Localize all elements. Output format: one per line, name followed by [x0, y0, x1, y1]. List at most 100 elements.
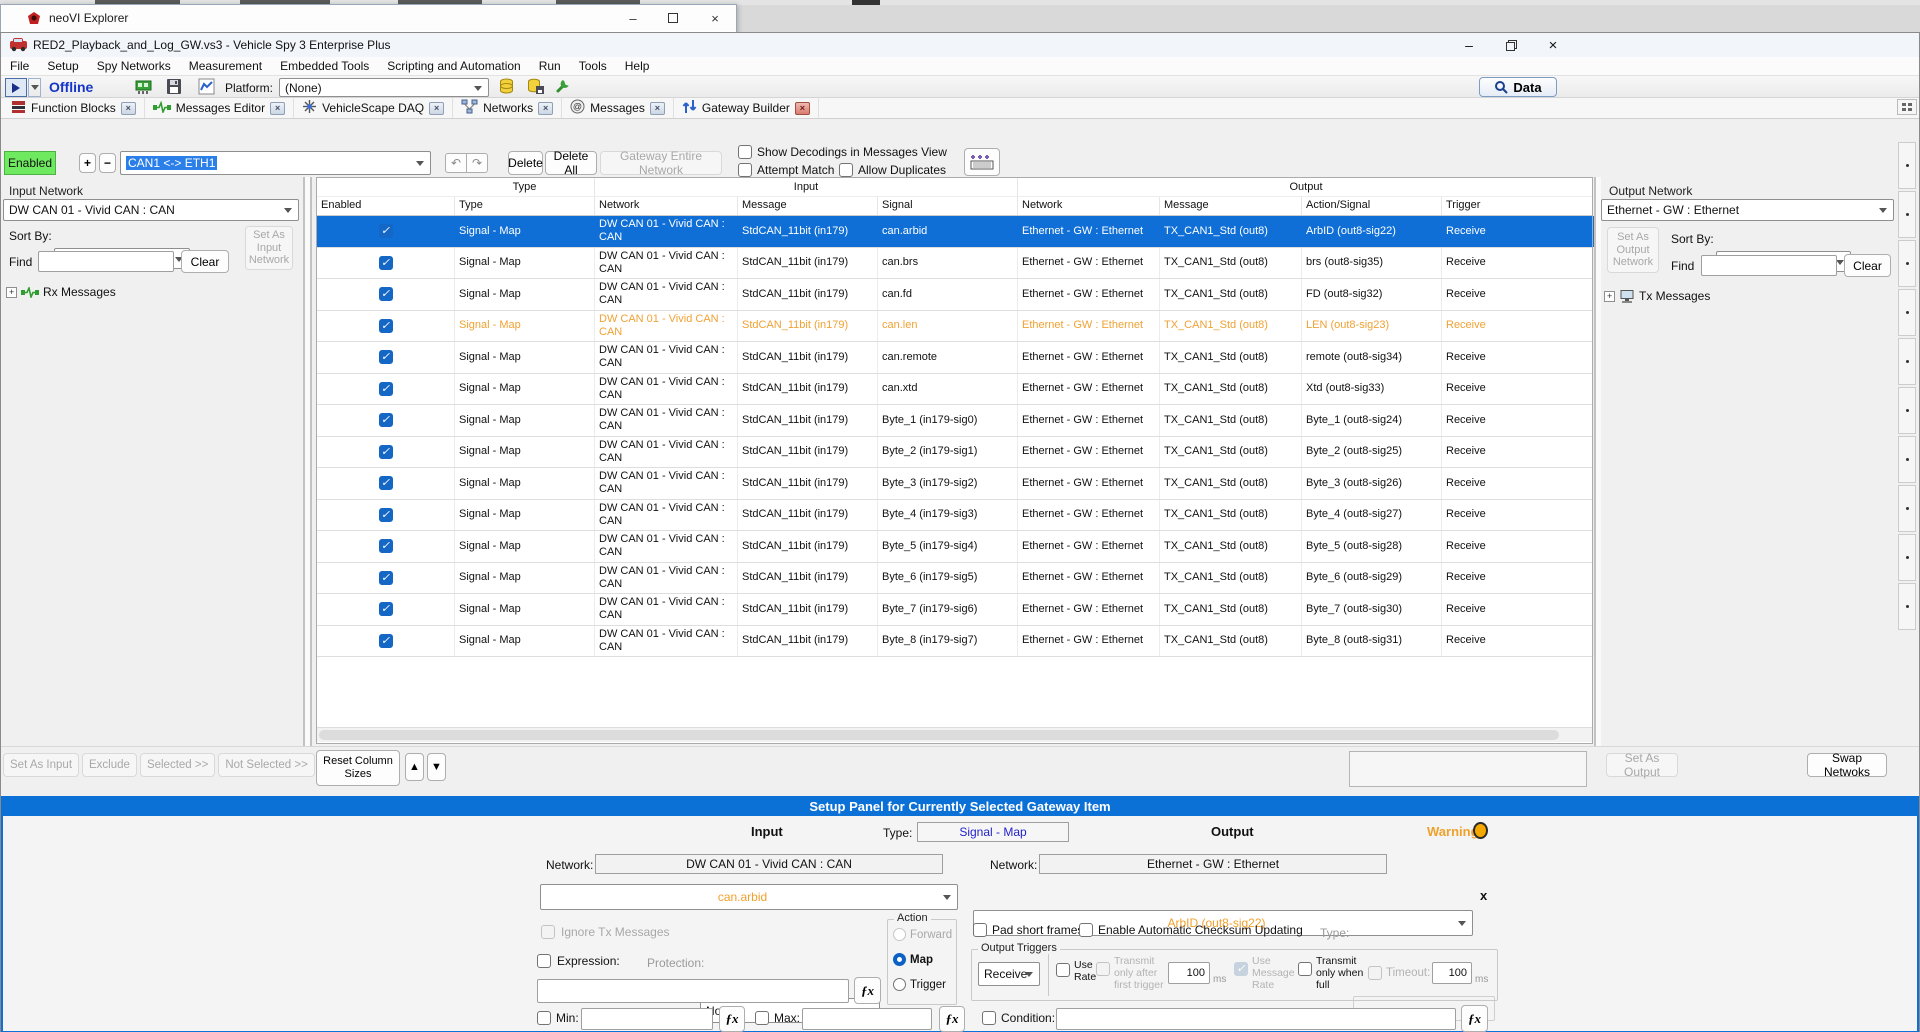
cell-enabled[interactable]: ✓: [317, 248, 455, 279]
cell-output-message[interactable]: TX_CAN1_Std (out8): [1160, 342, 1302, 373]
vspy-minimize-button[interactable]: –: [1449, 33, 1489, 57]
table-row[interactable]: ✓Signal - MapDW CAN 01 - Vivid CAN : CAN…: [317, 405, 1592, 437]
cell-output-message[interactable]: TX_CAN1_Std (out8): [1160, 279, 1302, 310]
table-row[interactable]: ✓Signal - MapDW CAN 01 - Vivid CAN : CAN…: [317, 216, 1592, 248]
cell-type[interactable]: Signal - Map: [455, 405, 595, 436]
expand-icon[interactable]: +: [6, 287, 17, 298]
rx-messages-tree-item[interactable]: + Rx Messages: [6, 285, 116, 299]
cell-output-network[interactable]: Ethernet - GW : Ethernet: [1018, 531, 1160, 562]
cell-type[interactable]: Signal - Map: [455, 531, 595, 562]
cell-action-signal[interactable]: Byte_7 (out8-sig30): [1302, 594, 1442, 625]
cell-output-message[interactable]: TX_CAN1_Std (out8): [1160, 216, 1302, 247]
tab-vehiclescape-daq[interactable]: VehicleScape DAQ×: [294, 98, 453, 118]
cell-output-network[interactable]: Ethernet - GW : Ethernet: [1018, 405, 1160, 436]
output-signal-remove-button[interactable]: x: [1480, 888, 1487, 903]
cell-input-message[interactable]: StdCAN_11bit (in179): [738, 311, 878, 342]
cell-trigger[interactable]: Receive: [1442, 342, 1594, 373]
cell-signal[interactable]: can.remote: [878, 342, 1018, 373]
start-options-dropdown[interactable]: [28, 78, 41, 97]
column-header-signal[interactable]: Signal: [878, 197, 1018, 215]
cell-type[interactable]: Signal - Map: [455, 374, 595, 405]
cell-type[interactable]: Signal - Map: [455, 468, 595, 499]
cell-input-network[interactable]: DW CAN 01 - Vivid CAN : CAN: [595, 374, 738, 405]
row-enabled-checkbox[interactable]: ✓: [379, 256, 393, 270]
table-row[interactable]: ✓Signal - MapDW CAN 01 - Vivid CAN : CAN…: [317, 531, 1592, 563]
timeout-input[interactable]: 100: [1432, 962, 1472, 984]
neovi-maximize-button[interactable]: [659, 7, 687, 29]
reset-column-sizes-button[interactable]: Reset Column Sizes: [316, 750, 400, 786]
trigger-mode-select[interactable]: Receive: [978, 962, 1040, 986]
tab-close-icon[interactable]: ×: [429, 102, 444, 115]
expand-icon[interactable]: +: [1604, 291, 1615, 302]
menu-help[interactable]: Help: [616, 57, 659, 75]
cell-input-network[interactable]: DW CAN 01 - Vivid CAN : CAN: [595, 531, 738, 562]
max-input[interactable]: [802, 1008, 932, 1030]
database-button[interactable]: [499, 78, 521, 97]
cell-enabled[interactable]: ✓: [317, 500, 455, 531]
cell-output-message[interactable]: TX_CAN1_Std (out8): [1160, 594, 1302, 625]
table-row[interactable]: ✓Signal - MapDW CAN 01 - Vivid CAN : CAN…: [317, 500, 1592, 532]
not-selected-button[interactable]: Not Selected >>: [218, 753, 314, 777]
add-mapping-button[interactable]: +: [79, 153, 96, 173]
cell-input-network[interactable]: DW CAN 01 - Vivid CAN : CAN: [595, 279, 738, 310]
vspy-close-button[interactable]: ×: [1533, 33, 1573, 57]
max-checkbox[interactable]: Max:: [755, 1011, 800, 1025]
tools-button[interactable]: [555, 78, 577, 97]
cell-action-signal[interactable]: Byte_4 (out8-sig27): [1302, 500, 1442, 531]
condition-fx-button[interactable]: ƒx: [1461, 1005, 1488, 1032]
delete-all-button[interactable]: Delete All: [545, 151, 597, 175]
expression-checkbox[interactable]: Expression:: [537, 954, 620, 968]
cell-signal[interactable]: Byte_6 (in179-sig5): [878, 563, 1018, 594]
expression-input[interactable]: [537, 979, 849, 1003]
cell-action-signal[interactable]: Byte_5 (out8-sig28): [1302, 531, 1442, 562]
cell-output-message[interactable]: TX_CAN1_Std (out8): [1160, 563, 1302, 594]
cell-output-message[interactable]: TX_CAN1_Std (out8): [1160, 311, 1302, 342]
cell-input-message[interactable]: StdCAN_11bit (in179): [738, 248, 878, 279]
cell-action-signal[interactable]: FD (out8-sig32): [1302, 279, 1442, 310]
cell-input-message[interactable]: StdCAN_11bit (in179): [738, 531, 878, 562]
cell-output-network[interactable]: Ethernet - GW : Ethernet: [1018, 342, 1160, 373]
table-row[interactable]: ✓Signal - MapDW CAN 01 - Vivid CAN : CAN…: [317, 626, 1592, 658]
set-as-output-network-button[interactable]: Set As Output Network: [1607, 227, 1659, 273]
cell-type[interactable]: Signal - Map: [455, 216, 595, 247]
table-row[interactable]: ✓Signal - MapDW CAN 01 - Vivid CAN : CAN…: [317, 311, 1592, 343]
cell-enabled[interactable]: ✓: [317, 437, 455, 468]
messages-view-button[interactable]: [134, 78, 156, 97]
column-header-trigger[interactable]: Trigger: [1442, 197, 1594, 215]
cell-signal[interactable]: Byte_4 (in179-sig3): [878, 500, 1018, 531]
collapsed-panel-tab[interactable]: [1898, 534, 1916, 581]
cell-action-signal[interactable]: Byte_8 (out8-sig31): [1302, 626, 1442, 657]
cell-type[interactable]: Signal - Map: [455, 279, 595, 310]
collapsed-panel-tab[interactable]: [1898, 485, 1916, 532]
cell-input-network[interactable]: DW CAN 01 - Vivid CAN : CAN: [595, 626, 738, 657]
menu-run[interactable]: Run: [530, 57, 570, 75]
cell-output-message[interactable]: TX_CAN1_Std (out8): [1160, 626, 1302, 657]
cell-input-network[interactable]: DW CAN 01 - Vivid CAN : CAN: [595, 594, 738, 625]
cell-action-signal[interactable]: ArbID (out8-sig22): [1302, 216, 1442, 247]
cell-signal[interactable]: Byte_7 (in179-sig6): [878, 594, 1018, 625]
column-header-network[interactable]: Network: [1018, 197, 1160, 215]
neovi-close-button[interactable]: ×: [701, 7, 729, 29]
menu-file[interactable]: File: [1, 57, 38, 75]
output-find-input[interactable]: [1701, 255, 1837, 276]
cell-output-network[interactable]: Ethernet - GW : Ethernet: [1018, 594, 1160, 625]
tab-close-icon[interactable]: ×: [121, 102, 136, 115]
cell-type[interactable]: Signal - Map: [455, 594, 595, 625]
output-find-clear-button[interactable]: Clear: [1844, 254, 1891, 277]
table-row[interactable]: ✓Signal - MapDW CAN 01 - Vivid CAN : CAN…: [317, 374, 1592, 406]
row-enabled-checkbox[interactable]: ✓: [379, 445, 393, 459]
virtual-keyboard-button[interactable]: [964, 148, 1000, 176]
save-button[interactable]: [166, 78, 188, 97]
row-enabled-checkbox[interactable]: ✓: [379, 287, 393, 301]
cell-input-network[interactable]: DW CAN 01 - Vivid CAN : CAN: [595, 437, 738, 468]
neovi-titlebar[interactable]: neoVI Explorer – ×: [1, 5, 736, 31]
transmit-after-checkbox[interactable]: Transmit only after first trigger: [1096, 956, 1174, 991]
cell-output-message[interactable]: TX_CAN1_Std (out8): [1160, 374, 1302, 405]
redo-button[interactable]: ↷: [466, 153, 488, 173]
attempt-match-checkbox[interactable]: Attempt Match: [738, 163, 834, 177]
row-enabled-checkbox[interactable]: ✓: [379, 571, 393, 585]
vspy-restore-button[interactable]: [1491, 33, 1531, 57]
tab-close-icon[interactable]: ×: [650, 102, 665, 115]
enabled-toggle-button[interactable]: Enabled: [4, 151, 56, 175]
cell-action-signal[interactable]: Xtd (out8-sig33): [1302, 374, 1442, 405]
